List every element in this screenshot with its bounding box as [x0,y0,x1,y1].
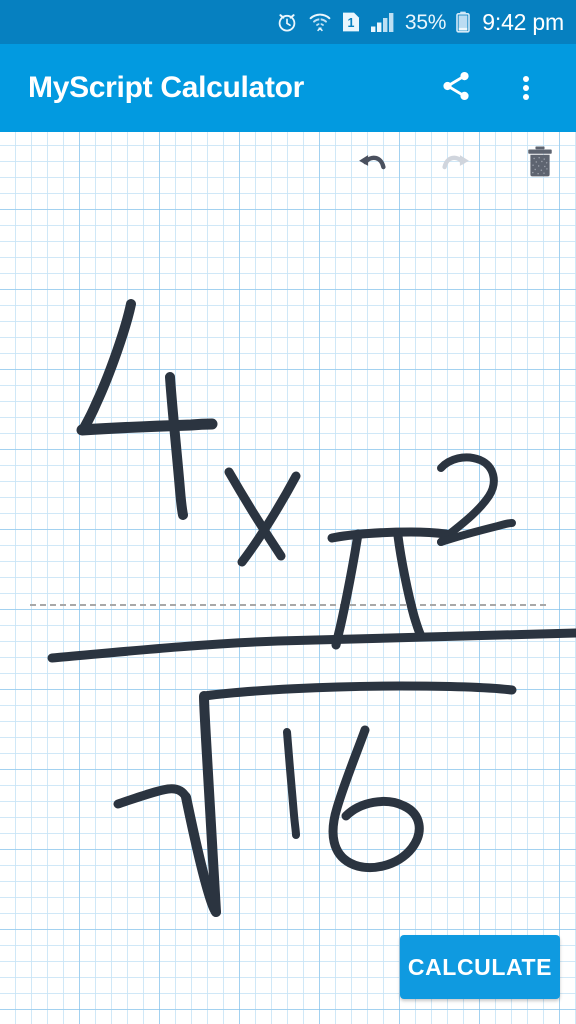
sim-card-1-icon: 1 [341,10,361,34]
svg-text:1: 1 [347,16,354,30]
page-title: MyScript Calculator [28,71,305,104]
handwritten-expression [47,299,576,917]
app-bar: MyScript Calculator [0,44,576,132]
alarm-clock-icon [275,10,299,34]
undo-icon [354,144,390,185]
share-icon [439,69,473,108]
battery-percent-label: 35% [404,10,447,34]
overflow-menu-button[interactable] [498,60,554,116]
trash-icon [524,144,556,185]
status-bar-items: 1 35% 9:42 pm [275,10,564,34]
signal-bars-icon [370,10,396,34]
canvas-toolbar [352,142,560,186]
calculate-button[interactable]: CALCULATE [400,935,560,999]
baseline-guide [30,604,546,606]
clock-label: 9:42 pm [482,8,564,35]
redo-button [436,142,476,186]
handwriting-canvas[interactable]: CALCULATE [0,132,576,1024]
wifi-icon [308,10,332,34]
battery-icon [455,10,471,34]
delete-button[interactable] [520,142,560,186]
undo-button[interactable] [352,142,392,186]
share-button[interactable] [428,60,484,116]
app-root: 1 35% 9:42 pm MyScript Calculator CALCUL… [0,0,576,1024]
redo-icon [438,144,474,185]
status-bar: 1 35% 9:42 pm [0,0,576,44]
overflow-menu-icon [523,73,529,103]
